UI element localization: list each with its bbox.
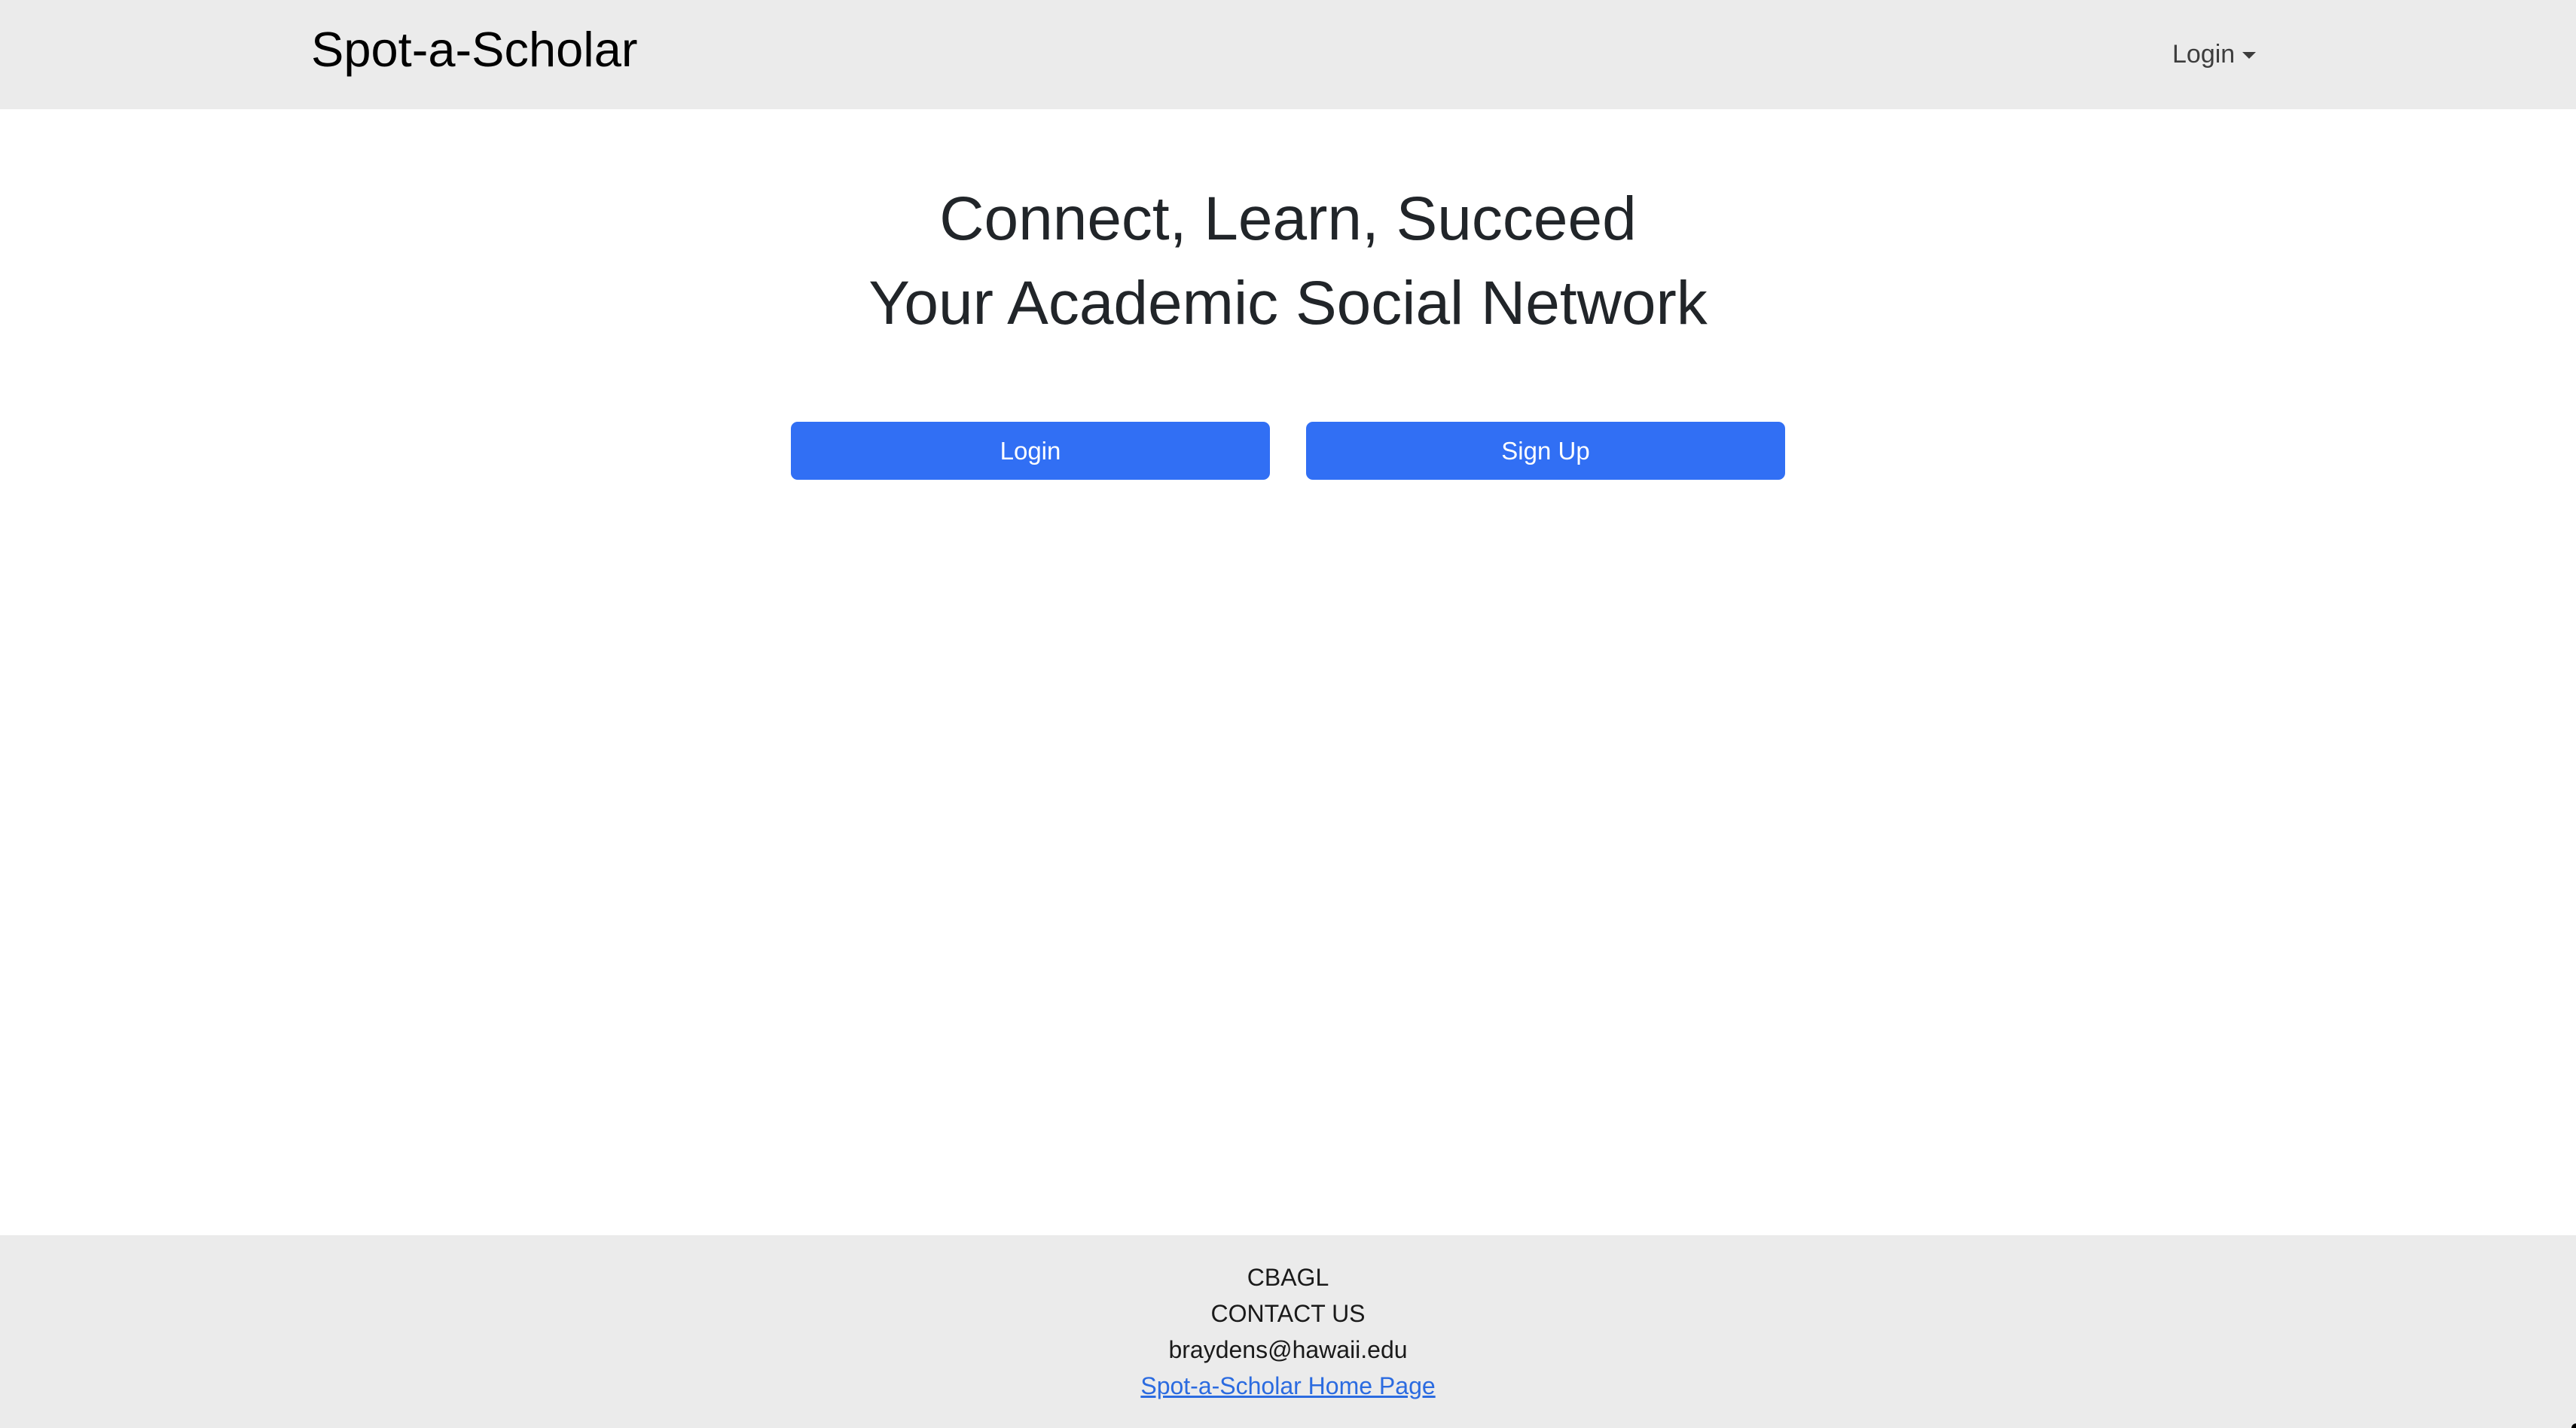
footer-contact-heading: CONTACT US (1210, 1300, 1366, 1327)
sign-up-button[interactable]: Sign Up (1306, 422, 1785, 480)
footer-org-name: CBAGL (1247, 1264, 1329, 1291)
caret-down-icon (2242, 51, 2257, 59)
footer-home-link[interactable]: Spot-a-Scholar Home Page (1140, 1372, 1435, 1399)
brand-logo-link[interactable]: Spot-a-Scholar (311, 15, 638, 84)
top-navbar: Spot-a-Scholar Login (0, 0, 2576, 109)
hero-title-line1: Connect, Learn, Succeed (939, 185, 1637, 253)
window-corner (2571, 1423, 2576, 1428)
login-dropdown-label: Login (2172, 40, 2236, 69)
footer-email: braydens@hawaii.edu (1168, 1336, 1408, 1363)
login-button[interactable]: Login (791, 422, 1270, 480)
login-dropdown-toggle[interactable]: Login (2172, 32, 2257, 77)
hero-section: Connect, Learn, Succeed Your Academic So… (0, 177, 2576, 346)
page-footer: CBAGL CONTACT US braydens@hawaii.edu Spo… (0, 1235, 2576, 1428)
hero-title-line2: Your Academic Social Network (868, 269, 1708, 337)
